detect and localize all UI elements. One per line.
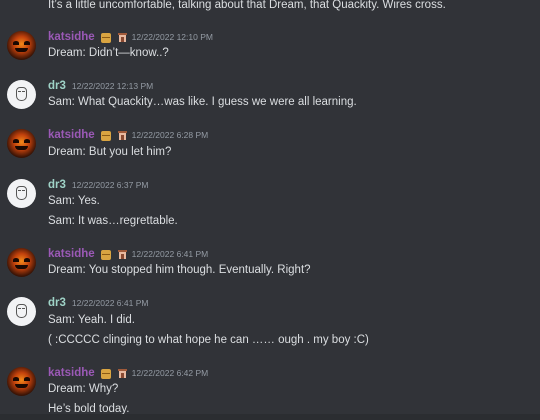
- timestamp: 12/22/2022 12:13 PM: [71, 81, 154, 91]
- message-text: Sam: It was…regrettable.: [48, 215, 178, 227]
- timestamp: 12/22/2022 6:41 PM: [131, 249, 209, 259]
- bottom-edge: [0, 414, 540, 420]
- avatar-katsidhe[interactable]: [7, 31, 36, 60]
- tower-icon: [117, 250, 127, 259]
- message-header: katsidhe 12/22/2022 12:10 PM: [48, 30, 213, 45]
- avatar-dr3[interactable]: [7, 179, 36, 208]
- timestamp: 12/22/2022 6:28 PM: [131, 130, 209, 140]
- message-text: Dream: Didn’t—know..?: [48, 47, 169, 59]
- message-header: katsidhe 12/22/2022 6:28 PM: [48, 128, 208, 143]
- author-name[interactable]: dr3: [48, 296, 66, 311]
- avatar-dr3[interactable]: [7, 80, 36, 109]
- message-header: dr3 12/22/2022 6:41 PM: [48, 296, 148, 311]
- tower-icon: [117, 33, 127, 42]
- message-header: katsidhe 12/22/2022 6:42 PM: [48, 366, 208, 381]
- tower-icon: [117, 369, 127, 378]
- author-name[interactable]: katsidhe: [48, 366, 95, 381]
- message-text: Dream: Why?: [48, 383, 119, 395]
- author-name[interactable]: dr3: [48, 178, 66, 193]
- timestamp: 12/22/2022 6:37 PM: [71, 180, 149, 190]
- message-header: katsidhe 12/22/2022 6:41 PM: [48, 247, 208, 262]
- message-text: Sam: What Quackity…was like. I guess we …: [48, 96, 357, 108]
- avatar-dr3[interactable]: [7, 297, 36, 326]
- message-text: Dream: You stopped him though. Eventuall…: [48, 264, 311, 276]
- message-text: ( :CCCCC clinging to what hope he can ………: [48, 334, 369, 346]
- timestamp: 12/22/2022 12:10 PM: [131, 32, 213, 42]
- author-name[interactable]: dr3: [48, 79, 66, 94]
- message-text: Sam: Yeah. I did.: [48, 314, 135, 326]
- author-name[interactable]: katsidhe: [48, 30, 95, 45]
- package-icon: [100, 368, 111, 379]
- package-icon: [100, 249, 111, 260]
- package-icon: [100, 130, 111, 141]
- author-name[interactable]: katsidhe: [48, 128, 95, 143]
- avatar-katsidhe[interactable]: [7, 367, 36, 396]
- avatar-katsidhe[interactable]: [7, 129, 36, 158]
- tower-icon: [117, 131, 127, 140]
- message-list: It’s a little uncomfortable, talking abo…: [0, 0, 540, 420]
- message-header: dr3 12/22/2022 12:13 PM: [48, 79, 153, 94]
- message-header: dr3 12/22/2022 6:37 PM: [48, 178, 148, 193]
- message-text: Dream: But you let him?: [48, 146, 172, 158]
- package-icon: [100, 32, 111, 43]
- avatar-katsidhe[interactable]: [7, 248, 36, 277]
- author-name[interactable]: katsidhe: [48, 247, 95, 262]
- timestamp: 12/22/2022 6:42 PM: [131, 368, 209, 378]
- message-text: Sam: Yes.: [48, 195, 100, 207]
- message-text: It’s a little uncomfortable, talking abo…: [48, 0, 446, 11]
- timestamp: 12/22/2022 6:41 PM: [71, 298, 149, 308]
